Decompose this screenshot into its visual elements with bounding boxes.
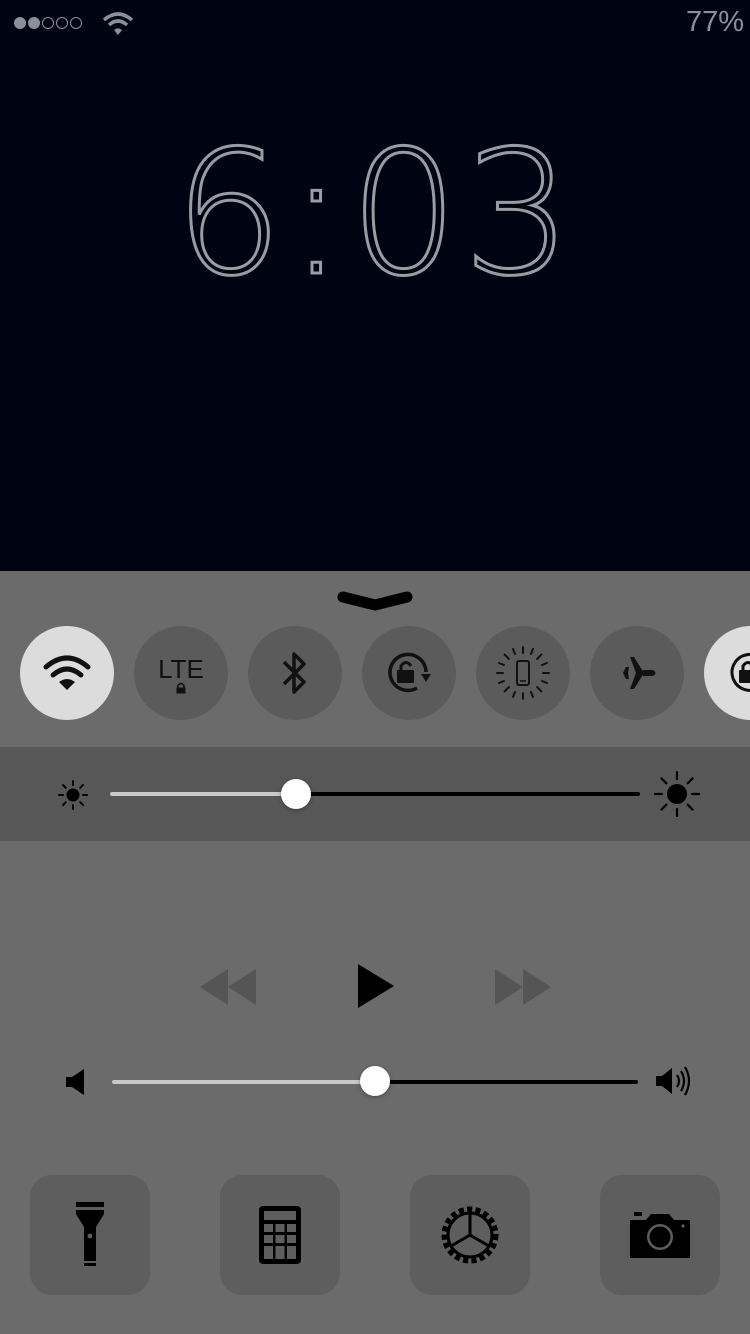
- wifi-icon: [102, 12, 134, 35]
- control-center: LTE: [0, 571, 750, 1334]
- fast-forward-icon[interactable]: [493, 967, 551, 1007]
- rewind-icon[interactable]: [200, 967, 258, 1007]
- rotation-lock-icon: [388, 652, 431, 693]
- status-bar: 77%: [0, 0, 750, 50]
- airplane-toggle[interactable]: [590, 626, 684, 720]
- volume-low-icon: [66, 1069, 84, 1095]
- signal-dot: [42, 17, 54, 29]
- bluetooth-icon: [282, 652, 306, 694]
- brightness-slider-thumb[interactable]: [280, 779, 311, 809]
- camera-icon: [630, 1212, 690, 1258]
- brightness-low-icon: [58, 780, 88, 810]
- signal-dot: [14, 17, 26, 29]
- calculator-icon: [259, 1206, 301, 1264]
- vibrate-icon: [496, 646, 550, 700]
- volume-slider-thumb[interactable]: [360, 1066, 390, 1096]
- camera-button[interactable]: [600, 1175, 720, 1295]
- settings-icon: [441, 1206, 499, 1264]
- play-icon[interactable]: [356, 963, 396, 1009]
- battery-percent: 77%: [685, 6, 744, 38]
- signal-dot: [56, 17, 68, 29]
- lte-lock-icon: [176, 682, 186, 694]
- flashlight-button[interactable]: [30, 1175, 150, 1295]
- wifi-icon: [43, 655, 91, 690]
- vibrate-toggle[interactable]: [476, 626, 570, 720]
- brightness-high-icon: [654, 771, 700, 817]
- brightness-control: [0, 747, 750, 841]
- chevron-down-icon[interactable]: [335, 589, 415, 615]
- orientation-lock-toggle[interactable]: [704, 626, 750, 720]
- lock-icon: [730, 652, 750, 692]
- lte-toggle[interactable]: LTE: [134, 626, 228, 720]
- signal-dot: [70, 17, 82, 29]
- lock-screen-time: 6:03: [172, 113, 577, 314]
- volume-high-icon: [656, 1066, 691, 1096]
- settings-button[interactable]: [410, 1175, 530, 1295]
- rotation-lock-toggle[interactable]: [362, 626, 456, 720]
- quick-toggles: LTE: [20, 626, 750, 720]
- volume-fill: [112, 1080, 375, 1084]
- lte-label: LTE: [158, 654, 204, 684]
- airplane-icon: [617, 657, 657, 689]
- signal-dot: [28, 17, 40, 29]
- brightness-fill: [110, 792, 296, 796]
- media-controls: [0, 953, 750, 1023]
- calculator-button[interactable]: [220, 1175, 340, 1295]
- flashlight-icon: [76, 1202, 104, 1266]
- signal-strength: [14, 17, 82, 29]
- bluetooth-toggle[interactable]: [248, 626, 342, 720]
- wifi-toggle[interactable]: [20, 626, 114, 720]
